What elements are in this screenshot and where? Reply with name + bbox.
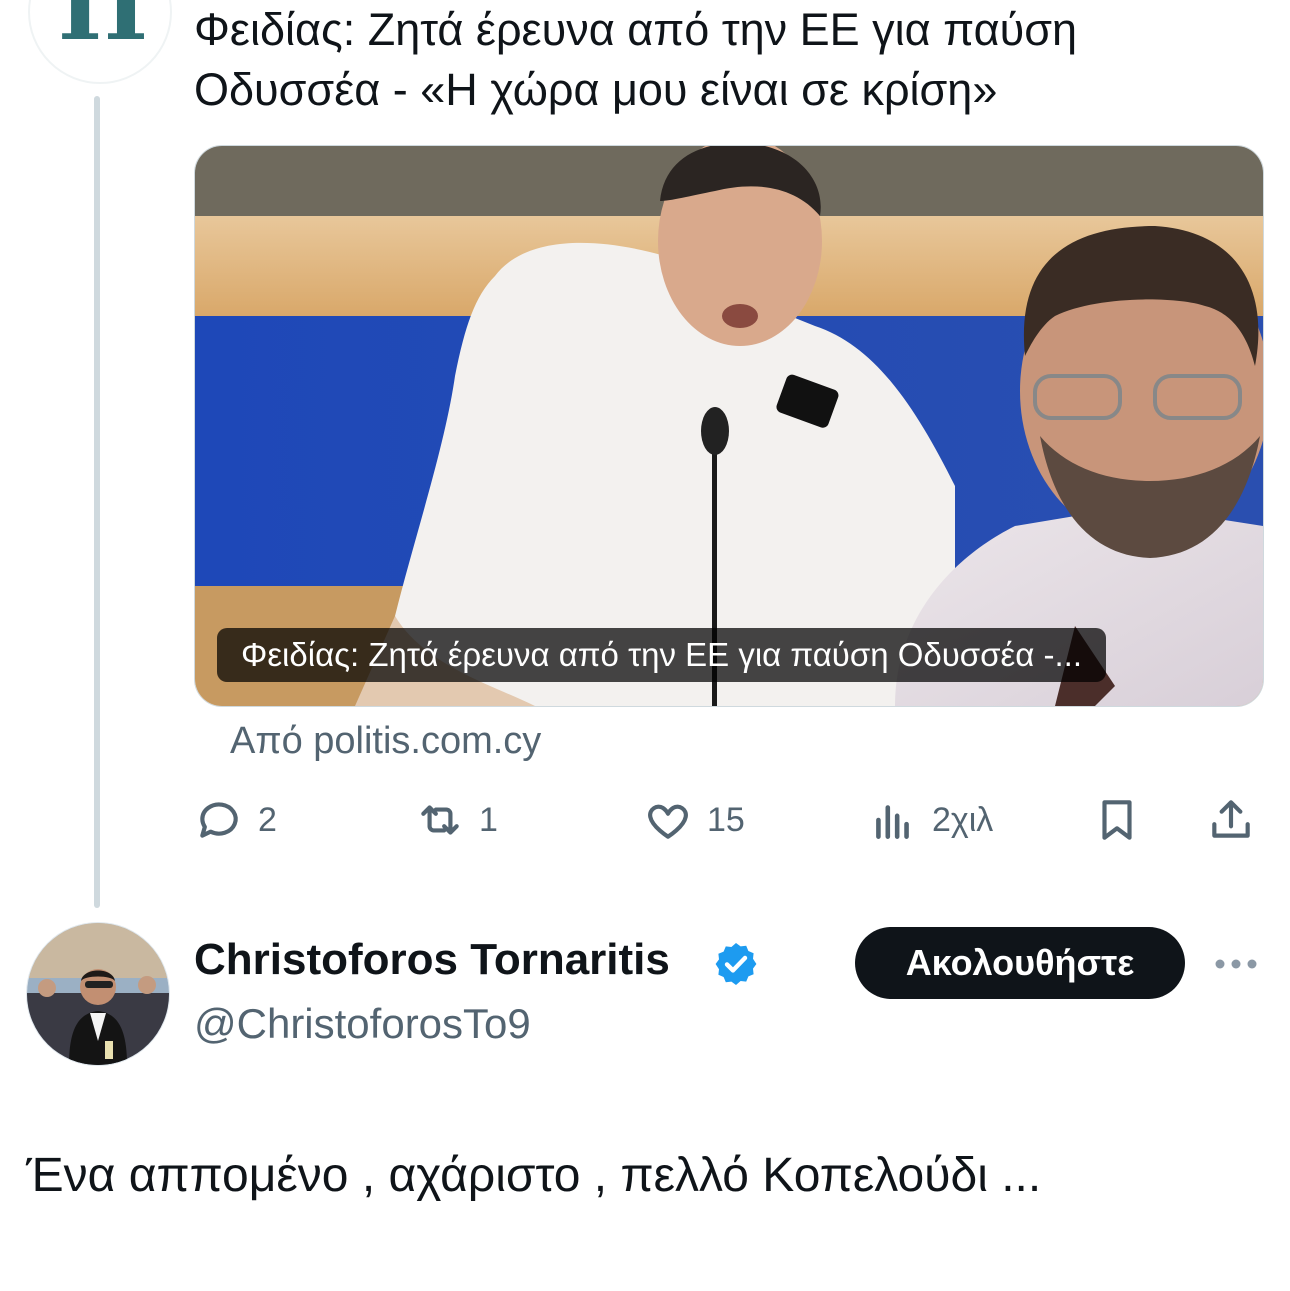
politis-avatar[interactable]: Π (28, 0, 172, 84)
post-headline: Φειδίας: Ζητά έρευνα από την ΕΕ για παύσ… (194, 4, 1078, 115)
author-handle[interactable]: @ChristoforosTo9 (194, 1000, 531, 1048)
author-avatar[interactable] (26, 922, 170, 1066)
action-bar: 2 1 15 2χιλ (0, 790, 1290, 850)
reply-count: 2 (258, 800, 277, 839)
bookmark-icon (1102, 800, 1132, 840)
more-icon[interactable] (1212, 950, 1260, 978)
share-button[interactable] (1206, 790, 1256, 850)
link-preview-card[interactable]: Φειδίας: Ζητά έρευνα από την ΕΕ για παύσ… (194, 145, 1264, 707)
follow-button[interactable]: Ακολουθήστε (855, 927, 1185, 999)
repost-button[interactable]: 1 (415, 790, 498, 850)
like-icon (648, 804, 688, 839)
repost-icon (421, 805, 459, 835)
card-caption: Φειδίας: Ζητά έρευνα από την ΕΕ για παύσ… (217, 628, 1106, 682)
author-photo (27, 923, 169, 1065)
link-source[interactable]: Από politis.com.cy (230, 720, 541, 763)
like-count: 15 (707, 800, 745, 839)
reply-text: Ένα αππομένο , αχάριστο , πελλό Κοπελούδ… (26, 1149, 1042, 1202)
thread-connector (94, 96, 100, 908)
reply-icon (200, 802, 238, 838)
repost-count: 1 (479, 800, 498, 839)
preview-image (195, 146, 1263, 706)
bookmark-button[interactable] (1092, 790, 1142, 850)
politis-logo: Π (57, 0, 149, 62)
views-count: 2χιλ (932, 800, 994, 839)
like-button[interactable]: 15 (643, 790, 745, 850)
author-name[interactable]: Christoforos Tornaritis (194, 935, 670, 985)
share-icon (1212, 800, 1250, 838)
verified-icon (715, 943, 757, 985)
views-button[interactable]: 2χιλ (868, 790, 993, 850)
reply-button[interactable]: 2 (194, 790, 277, 850)
views-icon (876, 805, 909, 839)
